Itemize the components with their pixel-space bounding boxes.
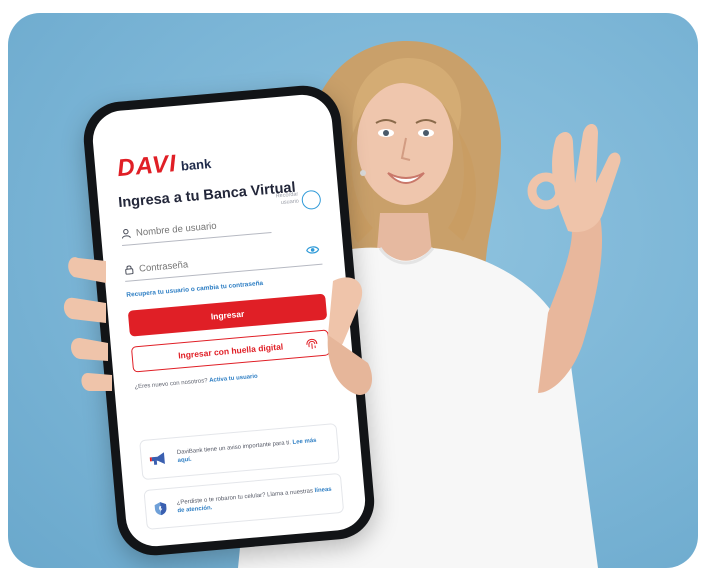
shield-icon xyxy=(154,502,167,516)
password-field xyxy=(123,241,323,282)
notice-text: DaviBank tiene un aviso importante para … xyxy=(176,440,292,457)
megaphone-icon xyxy=(149,452,165,465)
username-input[interactable] xyxy=(135,216,257,239)
lost-phone-card[interactable]: ¿Perdiste o te robaron tu celular? Llama… xyxy=(143,472,345,530)
photo-frame: DAVI bank Ingresa a tu Banca Virtual Rec… xyxy=(8,13,698,568)
lost-phone-text: ¿Perdiste o te robaron tu celular? Llama… xyxy=(176,488,314,507)
remember-user-toggle[interactable] xyxy=(301,189,322,211)
remember-user-label: Recordar usuario xyxy=(275,191,300,207)
notice-card-text: DaviBank tiene un aviso importante para … xyxy=(177,436,330,465)
fingerprint-login-button[interactable]: Ingresar con huella digital xyxy=(130,329,331,373)
recover-password-link[interactable]: Recupera tu usuario o cambia tu contrase… xyxy=(126,280,263,299)
lost-phone-card-text: ¿Perdiste o te robaron tu celular? Llama… xyxy=(176,486,334,516)
fingerprint-button-label: Ingresar con huella digital xyxy=(177,341,284,361)
activate-user-link[interactable]: Activa tu usuario xyxy=(209,374,258,384)
logo-sub: bank xyxy=(180,155,212,174)
lock-icon xyxy=(125,265,134,275)
username-field xyxy=(120,210,272,247)
smartphone: DAVI bank Ingresa a tu Banca Virtual Rec… xyxy=(80,82,378,559)
password-input[interactable] xyxy=(138,252,260,275)
notice-card[interactable]: DaviBank tiene un aviso importante para … xyxy=(139,423,340,481)
phone-screen: DAVI bank Ingresa a tu Banca Virtual Rec… xyxy=(90,92,368,549)
eye-icon[interactable] xyxy=(305,245,320,255)
signup-text: ¿Eres nuevo con nosotros? xyxy=(134,378,208,391)
logo-word: DAVI xyxy=(116,150,178,183)
user-icon xyxy=(121,228,131,239)
signup-row: ¿Eres nuevo con nosotros? Activa tu usua… xyxy=(134,374,258,391)
davibank-logo: DAVI bank xyxy=(116,147,212,183)
fingerprint-icon xyxy=(306,338,318,349)
login-button[interactable]: Ingresar xyxy=(127,293,328,337)
